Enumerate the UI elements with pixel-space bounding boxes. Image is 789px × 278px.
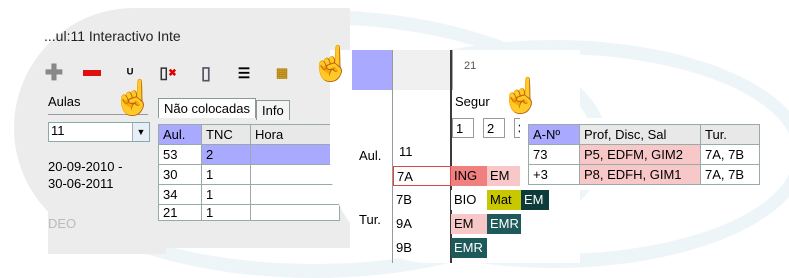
table-row[interactable]: +3 P8, EDFH, GIM1 7A, 7B (528, 164, 760, 185)
table-cell[interactable]: 1 (201, 184, 251, 205)
plus-icon[interactable]: ✚ (42, 60, 66, 85)
table-cell[interactable]: 1 (201, 164, 251, 185)
schedule-cell[interactable]: EM (487, 166, 521, 186)
door-icon[interactable]: ▯ (194, 62, 218, 84)
list-icon[interactable]: ☰ (232, 62, 256, 84)
table-cell[interactable]: 34 (158, 184, 202, 205)
table-cell[interactable]: 1 (201, 204, 251, 221)
schedule-cell[interactable]: EMR (487, 214, 521, 234)
aula-combo[interactable]: 11 ▼ (48, 122, 150, 142)
pointing-hand-icon: ☝ (500, 77, 543, 115)
column-header[interactable]: Aul. (158, 124, 202, 145)
class-7a[interactable]: 7A (393, 166, 451, 186)
date-end: 30-06-2011 (48, 176, 114, 191)
row-header-tur: Tur. (359, 212, 381, 227)
main-window-lens: ...ul:11 Interactivo Inte ✚ ᵁ ▯ ✖ ▯ ☰ ▦ A… (14, 8, 350, 254)
class-9a[interactable]: 9A (393, 214, 451, 234)
table-cell[interactable]: 2 (201, 144, 251, 165)
pointing-hand-icon: ☝ (112, 79, 155, 117)
table-cell[interactable] (250, 184, 340, 205)
table-row[interactable]: 73 P5, EDFM, GIM2 7A, 7B (528, 144, 760, 165)
table-cell[interactable]: 30 (158, 164, 202, 185)
schedule-cell[interactable]: BIO (451, 190, 487, 210)
schedule-cell[interactable]: EM (451, 214, 487, 234)
aulas-label: Aulas (48, 94, 81, 109)
table-cell[interactable] (250, 204, 340, 221)
detail-lens: A-Nº Prof, Disc, Sal Tur. 73 P5, EDFM, G… (520, 118, 770, 190)
tab-nao-colocadas[interactable]: Não colocadas (158, 98, 256, 118)
column-header[interactable]: TNC (201, 124, 251, 145)
chevron-down-icon[interactable]: ▼ (132, 123, 149, 141)
left-panel: Aulas 11 ▼ 20-09-2010 - 30-06-2011 DEO (48, 94, 166, 254)
table-cell[interactable]: 73 (528, 144, 580, 165)
table-row[interactable]: 53 2 (158, 144, 340, 165)
date-start: 20-09-2010 - (48, 159, 123, 174)
toolbar: ✚ ᵁ ▯ ✖ ▯ ☰ ▦ (42, 60, 308, 86)
tab-info[interactable]: Info (256, 100, 290, 120)
table-row[interactable]: 30 1 (158, 164, 340, 185)
detail-table: A-Nº Prof, Disc, Sal Tur. 73 P5, EDFM, G… (528, 124, 760, 185)
table-cell[interactable]: 21 (158, 204, 202, 221)
window-title: ...ul:11 Interactivo Inte (44, 28, 181, 44)
table-cell[interactable] (250, 164, 340, 185)
table-cell[interactable]: 53 (158, 144, 202, 165)
column-header[interactable]: Hora (250, 124, 340, 145)
schedule-cell[interactable]: EM (521, 190, 549, 210)
unplaced-table: Aul. TNC Hora 53 2 30 1 34 1 21 1 (158, 124, 340, 221)
schedule-cell[interactable]: ING (451, 166, 487, 186)
period-header[interactable]: 1 (452, 118, 474, 138)
class-7b[interactable]: 7B (393, 190, 451, 210)
field-hint: 21 (464, 60, 477, 72)
aul-value: 11 (399, 144, 413, 159)
table-cell[interactable]: P5, EDFM, GIM2 (579, 144, 701, 165)
table-cell[interactable]: +3 (528, 164, 580, 185)
schedule-corner (352, 50, 392, 90)
column-header[interactable]: A-Nº (528, 124, 580, 145)
table-row[interactable]: 21 1 (158, 204, 340, 221)
schedule-cell[interactable]: EMR (451, 238, 487, 258)
pointing-hand-icon: ☝ (310, 45, 353, 83)
table-row[interactable]: 34 1 (158, 184, 340, 205)
schedule-cell[interactable]: Mat (487, 190, 521, 210)
table-cell[interactable]: 7A, 7B (700, 144, 760, 165)
row-header-aul: Aul. (359, 148, 382, 163)
tab-bar: Não colocadas Info (158, 98, 290, 120)
door-delete-icon[interactable]: ▯ ✖ (156, 62, 180, 84)
faded-label: DEO (48, 216, 77, 231)
class-9b[interactable]: 9B (393, 238, 451, 258)
table-cell[interactable] (250, 144, 340, 165)
column-header[interactable]: Tur. (700, 124, 760, 145)
table-cell[interactable]: P8, EDFH, GIM1 (579, 164, 701, 185)
minus-icon[interactable] (80, 62, 104, 84)
period-header[interactable]: 2 (483, 118, 505, 138)
calendar-icon[interactable]: ▦ (270, 62, 294, 84)
table-cell[interactable]: 7A, 7B (700, 164, 760, 185)
column-header[interactable]: Prof, Disc, Sal (579, 124, 701, 145)
